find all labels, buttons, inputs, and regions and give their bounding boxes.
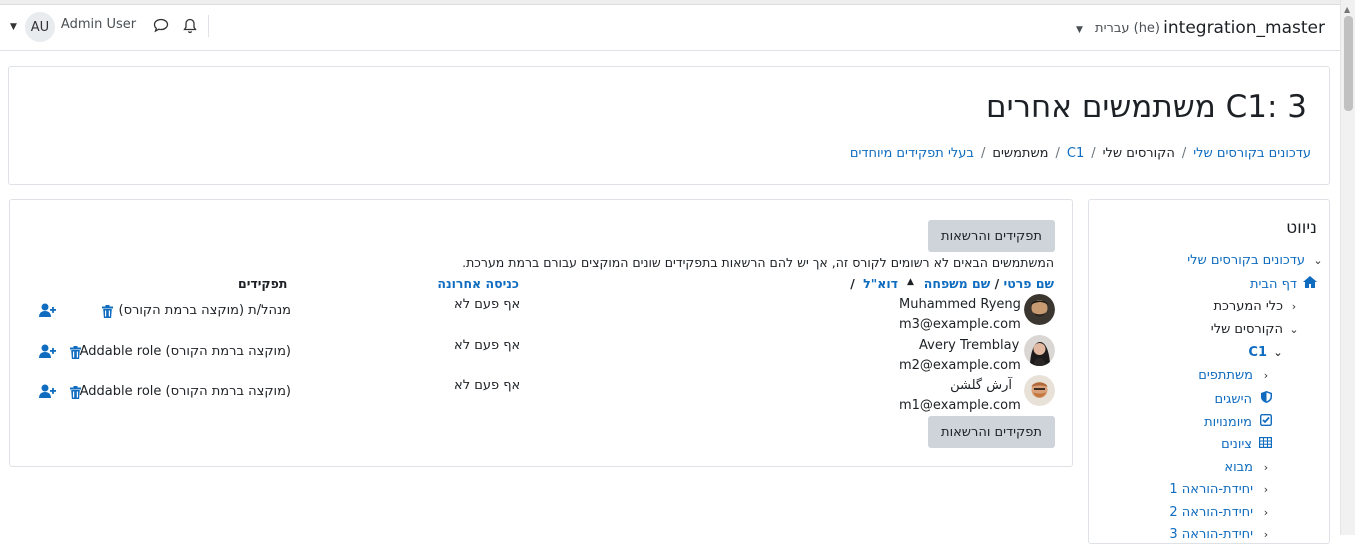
name-header: שם פרטי / שם משפחה xyxy=(923,276,1054,291)
user-email: m3@example.com xyxy=(899,317,1021,332)
breadcrumb-separator: / xyxy=(1055,146,1060,161)
chevron-right-icon[interactable]: ‹ xyxy=(1287,300,1301,313)
scrollbar-thumb[interactable] xyxy=(1344,16,1353,111)
top-navbar: ▼ AU Admin User ▼ עברית (he) integration… xyxy=(0,0,1340,51)
page-title: C1: 3 משתמשים אחרים xyxy=(986,89,1307,125)
nav-item-participants[interactable]: ‹ משתתפים xyxy=(1198,368,1273,383)
breadcrumb: עדכונים בקורסים שלי / הקורסים שלי / C1 /… xyxy=(850,146,1311,161)
table-icon xyxy=(1258,437,1273,452)
nav-item-unit-1[interactable]: ‹ יחידת-הוראה 1 xyxy=(1169,482,1273,497)
permissions-button-top[interactable]: תפקידים והרשאות xyxy=(928,220,1055,252)
user-menu[interactable]: ▼ AU Admin User xyxy=(10,12,136,42)
page-scrollbar[interactable]: ▲ xyxy=(1340,0,1355,535)
nav-item-competencies[interactable]: מיומנויות xyxy=(1204,413,1273,430)
home-icon xyxy=(1303,276,1317,292)
trash-icon[interactable] xyxy=(102,303,113,322)
lastname-sort-link[interactable]: שם משפחה xyxy=(924,276,990,291)
nav-item-grades[interactable]: ציונים xyxy=(1221,437,1273,452)
chevron-right-icon[interactable]: ‹ xyxy=(1259,506,1273,519)
roles-header: תפקידים xyxy=(238,276,288,291)
language-caret-icon[interactable]: ▼ xyxy=(1076,25,1083,35)
user-avatar[interactable] xyxy=(1024,375,1055,406)
nav-item-my-courses[interactable]: ⌄ הקורסים שלי xyxy=(1211,322,1301,337)
notice-text: המשתמשים הבאים לא רשומים לקורס זה, אך יש… xyxy=(462,255,1054,270)
lastaccess-sort-link[interactable]: כניסה אחרונה xyxy=(437,276,519,291)
user-menu-caret-icon[interactable]: ▼ xyxy=(10,22,17,32)
permissions-button-bottom[interactable]: תפקידים והרשאות xyxy=(928,416,1055,448)
shield-icon xyxy=(1258,391,1272,407)
user-lastaccess: אף פעם לא xyxy=(454,338,521,353)
breadcrumb-separator: / xyxy=(1181,146,1187,161)
user-role: Addable role (מוקצה ברמת הקורס) xyxy=(79,384,291,399)
nav-item-unit-2[interactable]: ‹ יחידת-הוראה 2 xyxy=(1169,505,1273,520)
trash-icon[interactable] xyxy=(70,344,81,363)
avatar[interactable]: AU xyxy=(24,12,55,42)
language-label[interactable]: עברית (he) xyxy=(1095,21,1160,36)
email-header: / דוא"ל xyxy=(850,276,898,291)
chevron-right-icon[interactable]: ‹ xyxy=(1259,369,1273,382)
trash-icon[interactable] xyxy=(70,384,81,403)
nav-item-my-courses-updates[interactable]: ⌄ עדכונים בקורסים שלי xyxy=(1187,253,1325,268)
notifications-bell-icon[interactable] xyxy=(183,18,197,38)
nav-item-intro[interactable]: ‹ מבוא xyxy=(1224,460,1273,475)
messages-icon[interactable] xyxy=(153,18,169,37)
navbar-divider xyxy=(208,15,209,37)
navigation-block: ניווט ⌄ עדכונים בקורסים שלי דף הבית ‹ כל… xyxy=(1088,199,1330,544)
user-email: m1@example.com xyxy=(899,398,1021,413)
user-lastaccess: אף פעם לא xyxy=(454,378,521,393)
user-name[interactable]: Avery Tremblay xyxy=(919,338,1019,353)
user-name[interactable]: آرش گلشن xyxy=(950,378,1012,393)
nav-item-badges[interactable]: הישגים xyxy=(1214,391,1272,407)
chevron-right-icon[interactable]: ‹ xyxy=(1259,461,1273,474)
breadcrumb-course[interactable]: C1 xyxy=(1067,146,1084,161)
assign-role-icon[interactable] xyxy=(39,383,56,402)
firstname-sort-link[interactable]: שם פרטי xyxy=(1004,276,1054,291)
breadcrumb-my-courses-updates[interactable]: עדכונים בקורסים שלי xyxy=(1193,146,1311,161)
nav-item-home[interactable]: דף הבית xyxy=(1250,276,1317,292)
email-sort-link[interactable]: דוא"ל xyxy=(863,276,898,291)
browser-edge xyxy=(0,0,1340,5)
breadcrumb-separator: / xyxy=(980,146,986,161)
nav-item-site-admin[interactable]: ‹ כלי המערכת xyxy=(1213,299,1301,314)
sort-asc-icon: ▲ xyxy=(907,277,914,287)
user-role: Addable role (מוקצה ברמת הקורס) xyxy=(79,344,291,359)
user-lastaccess: אף פעם לא xyxy=(454,297,521,312)
chevron-right-icon[interactable]: ‹ xyxy=(1259,483,1273,496)
chevron-down-icon[interactable]: ⌄ xyxy=(1271,346,1285,359)
page-header: C1: 3 משתמשים אחרים עדכונים בקורסים שלי … xyxy=(8,66,1330,185)
breadcrumb-separator: / xyxy=(1091,146,1096,161)
assign-role-icon[interactable] xyxy=(39,343,56,362)
navigation-title: ניווט xyxy=(1286,218,1317,238)
chevron-down-icon[interactable]: ⌄ xyxy=(1287,323,1301,336)
user-name[interactable]: Admin User xyxy=(61,17,136,32)
breadcrumb-my-courses: הקורסים שלי xyxy=(1102,146,1175,161)
chevron-down-icon[interactable]: ⌄ xyxy=(1311,254,1325,267)
user-avatar[interactable] xyxy=(1024,294,1055,325)
user-avatar[interactable] xyxy=(1024,335,1055,366)
scroll-up-arrow-icon[interactable]: ▲ xyxy=(1344,5,1350,14)
user-email: m2@example.com xyxy=(899,358,1021,373)
assign-role-icon[interactable] xyxy=(39,302,56,321)
checkbox-icon xyxy=(1258,413,1273,430)
other-users-panel: תפקידים והרשאות המשתמשים הבאים לא רשומים… xyxy=(9,199,1073,467)
breadcrumb-participants: משתמשים xyxy=(992,146,1049,161)
site-name[interactable]: integration_master xyxy=(1163,18,1325,38)
user-name[interactable]: Muhammed Ryeng xyxy=(899,297,1021,312)
breadcrumb-other-users[interactable]: בעלי תפקידים מיוחדים xyxy=(850,146,974,161)
user-role: מנהל/ת (מוקצה ברמת הקורס) xyxy=(118,303,291,318)
nav-item-course[interactable]: ⌄ C1 xyxy=(1248,345,1285,360)
language-menu[interactable]: ▼ עברית (he) xyxy=(1072,21,1160,36)
